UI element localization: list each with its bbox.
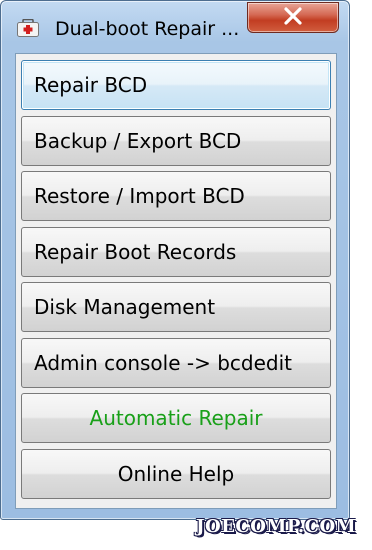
app-window: Dual-boot Repair ... Repair BCD Backup /…: [0, 0, 350, 520]
disk-management-button[interactable]: Disk Management: [21, 282, 331, 332]
close-icon: [283, 6, 303, 29]
first-aid-kit-icon[interactable]: [17, 18, 39, 37]
title-bar[interactable]: Dual-boot Repair ...: [1, 1, 349, 45]
admin-console-bcdedit-button[interactable]: Admin console -> bcdedit: [21, 338, 331, 388]
close-button[interactable]: [247, 2, 339, 33]
watermark-text: JOECOMP.COM: [196, 516, 357, 537]
repair-bcd-button[interactable]: Repair BCD: [21, 60, 331, 110]
online-help-button[interactable]: Online Help: [21, 449, 331, 499]
automatic-repair-button[interactable]: Automatic Repair: [21, 393, 331, 443]
repair-boot-records-button[interactable]: Repair Boot Records: [21, 227, 331, 277]
backup-export-bcd-button[interactable]: Backup / Export BCD: [21, 116, 331, 166]
button-panel: Repair BCD Backup / Export BCD Restore /…: [15, 53, 337, 509]
restore-import-bcd-button[interactable]: Restore / Import BCD: [21, 171, 331, 221]
window-title: Dual-boot Repair ...: [55, 18, 240, 40]
